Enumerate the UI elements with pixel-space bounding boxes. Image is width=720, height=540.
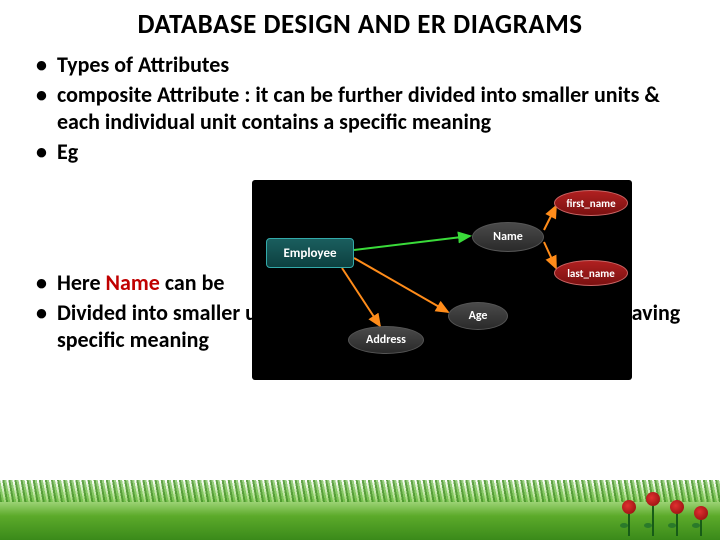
attribute-last-name: last_name: [554, 260, 628, 286]
bullet-dot-icon: •: [36, 51, 47, 79]
flower-decoration: [620, 492, 710, 536]
rose-icon: [692, 506, 710, 536]
entity-employee: Employee: [266, 238, 354, 268]
grass-decoration: [0, 480, 720, 540]
bullet-item: • Eg: [36, 138, 690, 166]
bullet-text: Eg: [57, 138, 690, 166]
here-text: Here: [57, 269, 106, 296]
bullet-text: composite Attribute : it can be further …: [57, 81, 690, 136]
rose-icon: [668, 500, 686, 536]
attribute-first-name: first_name: [554, 190, 628, 216]
composite-attr-label: composite Attribute: [57, 81, 239, 108]
bullet-text: Types of Attributes: [57, 51, 690, 79]
attribute-address: Address: [348, 326, 424, 354]
attribute-age: Age: [448, 302, 508, 330]
bullet-dot-icon: •: [36, 269, 47, 297]
bullet-dot-icon: •: [36, 81, 47, 109]
bullet-dot-icon: •: [36, 138, 47, 166]
er-diagram: Employee Name Age Address first_name las…: [252, 180, 632, 380]
name-highlight: Name: [106, 269, 160, 296]
bullet-dot-icon: •: [36, 299, 47, 327]
attribute-name: Name: [472, 222, 544, 252]
canbe-text: can be: [160, 269, 225, 296]
bullet-item: • composite Attribute : it can be furthe…: [36, 81, 690, 136]
rose-icon: [620, 500, 638, 536]
slide-title: DATABASE DESIGN AND ER DIAGRAMS: [0, 0, 720, 51]
rose-icon: [644, 492, 662, 536]
bullet-item: • Types of Attributes: [36, 51, 690, 79]
